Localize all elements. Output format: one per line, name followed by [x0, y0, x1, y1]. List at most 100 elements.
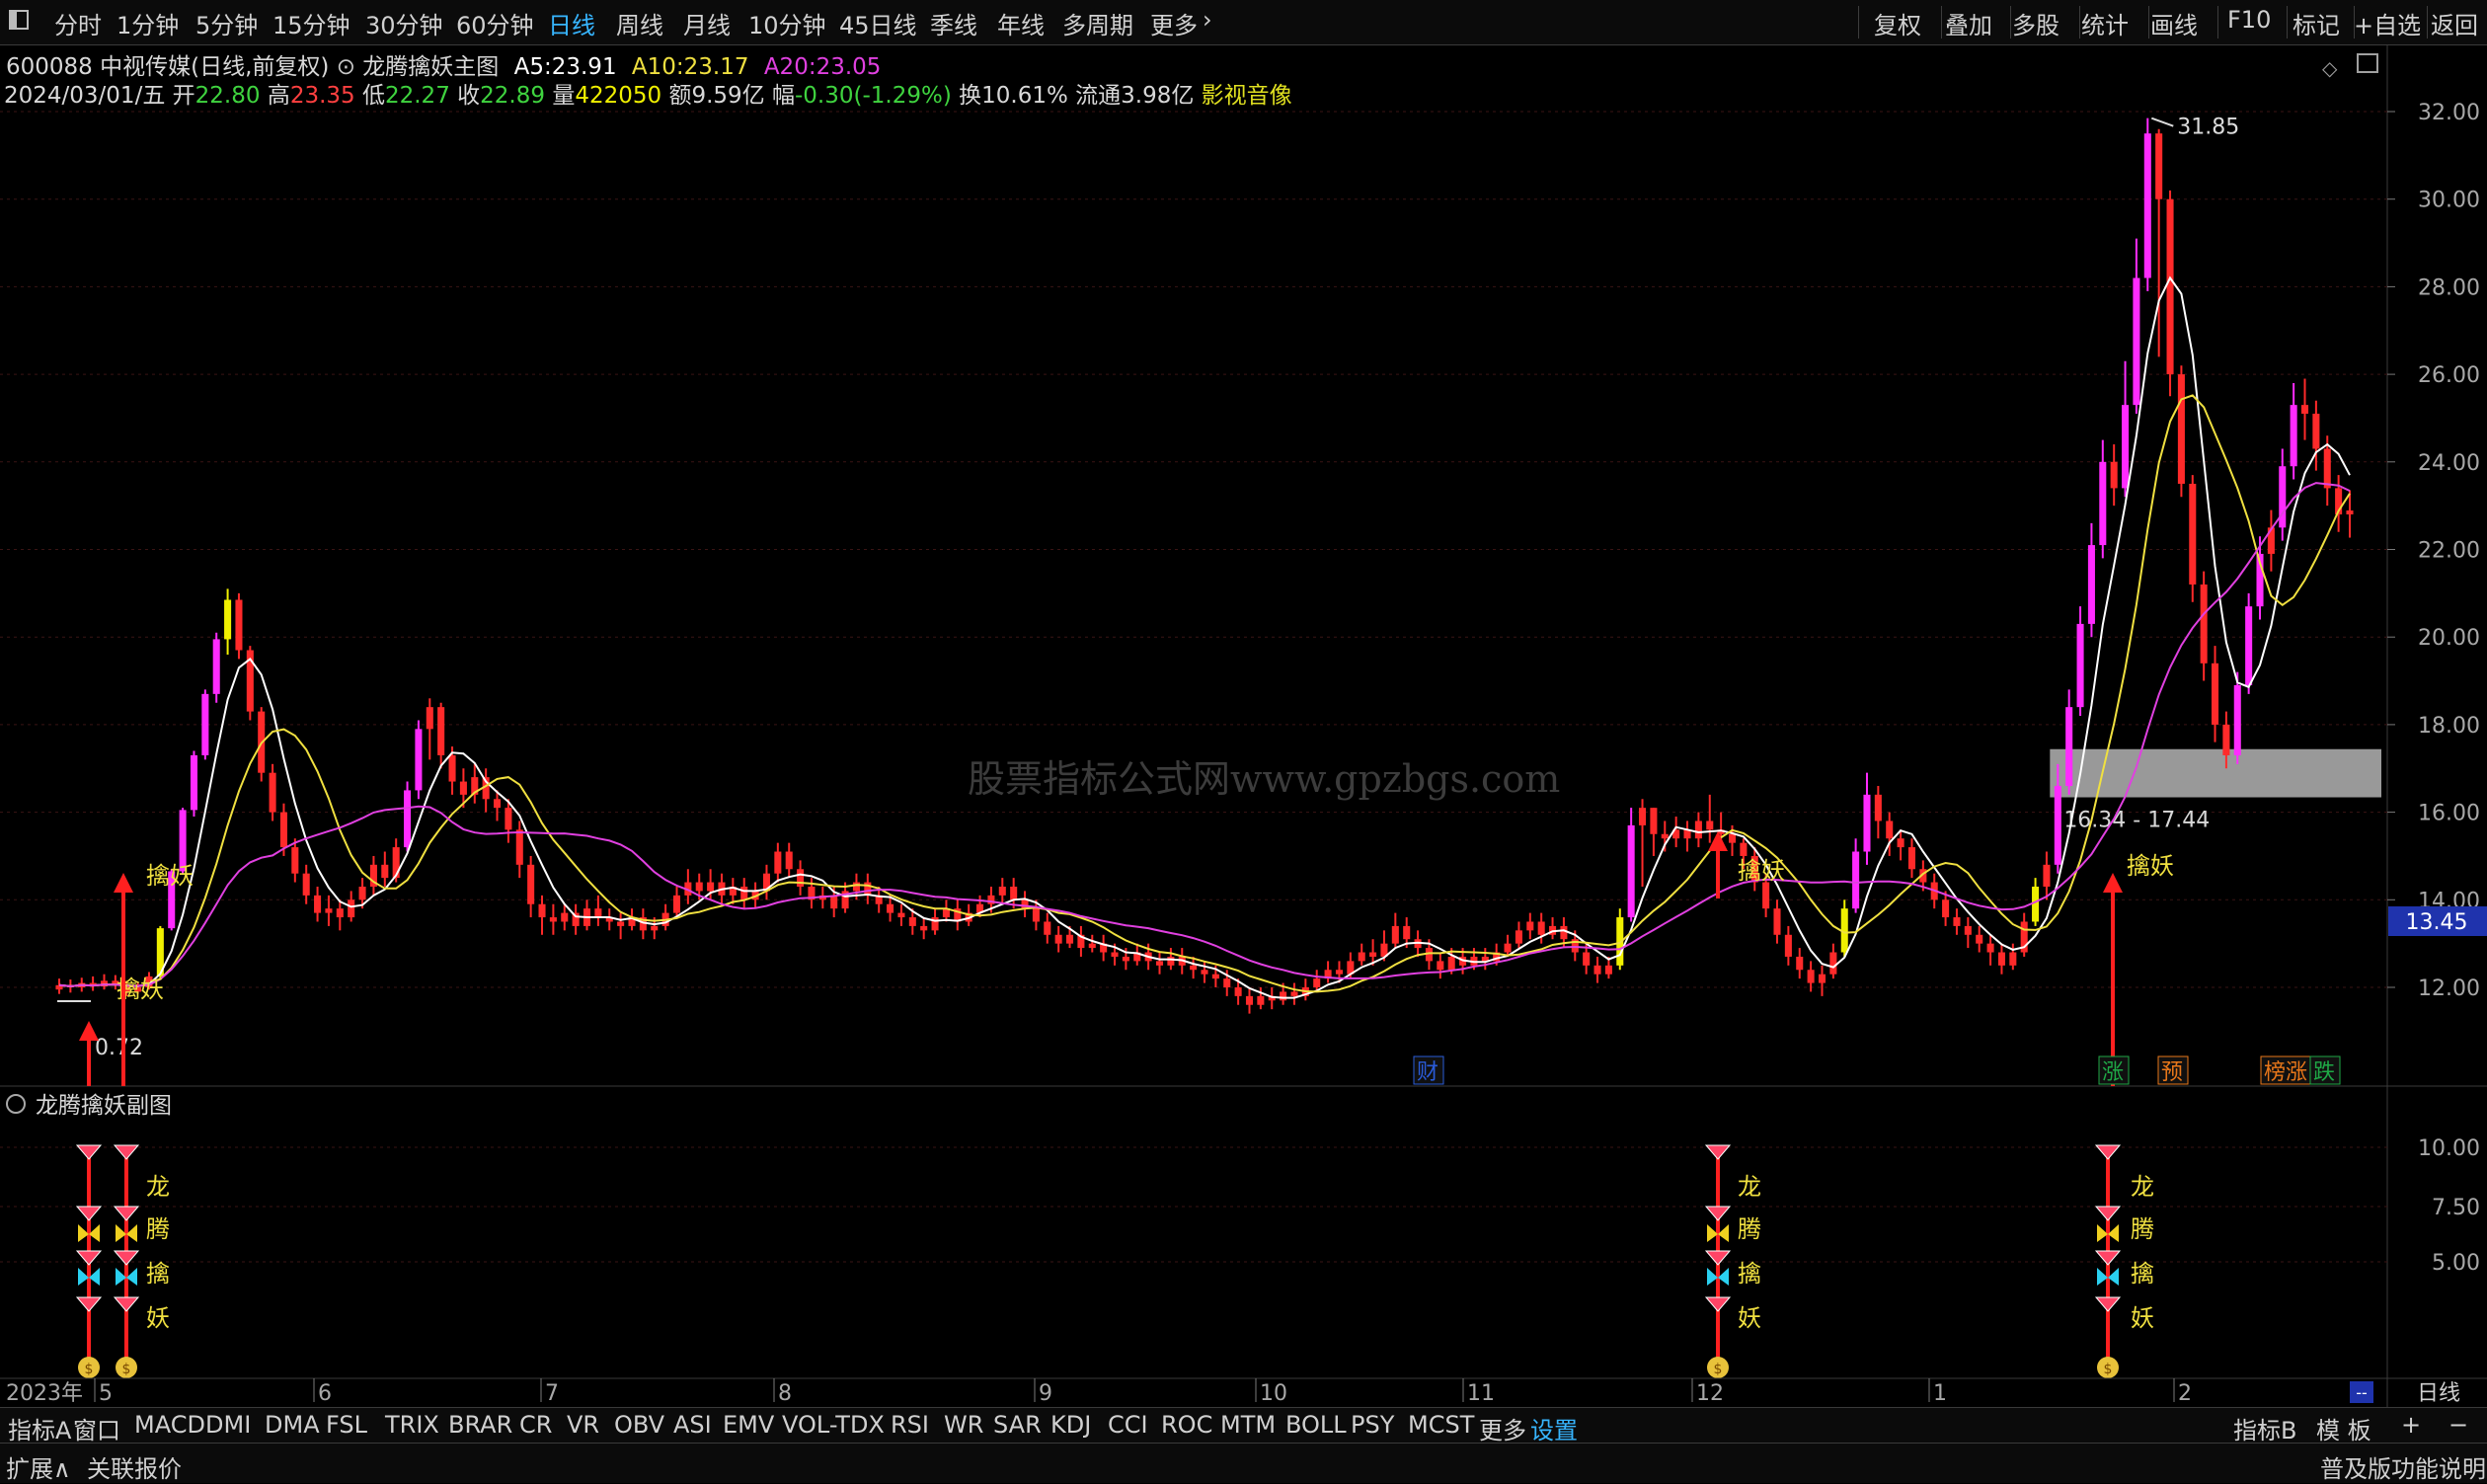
y-tick-label: 20.00 [2418, 626, 2480, 651]
candle-body [1167, 956, 1175, 966]
candle-body [336, 908, 344, 918]
chevron-right-icon[interactable]: › [1203, 6, 1212, 34]
x-month-label: 8 [778, 1381, 792, 1406]
indicator-right-button[interactable]: 指标B [2233, 1411, 2296, 1445]
period-tab-60min[interactable]: 60分钟 [456, 6, 534, 40]
period-tab-fenshi[interactable]: 分时 [54, 6, 102, 40]
indicator-tab[interactable]: DMA [265, 1411, 320, 1439]
period-tab-5min[interactable]: 5分钟 [195, 6, 258, 40]
period-tab-weekly[interactable]: 周线 [616, 6, 663, 40]
candle-body [2245, 606, 2253, 685]
period-tab-season[interactable]: 季线 [930, 6, 977, 40]
gem-icon [2094, 1144, 2122, 1160]
indicator-tab[interactable]: OBV [614, 1411, 664, 1439]
indicator-tab[interactable]: VOL-TDX [782, 1411, 885, 1439]
indicator-tab[interactable]: PSY [1351, 1411, 1394, 1439]
add-watchlist-button[interactable]: +自选 [2354, 6, 2421, 40]
indicator-tab[interactable]: MCST [1408, 1411, 1474, 1439]
signal-arrow-head [2103, 873, 2123, 893]
candle-body [998, 886, 1006, 896]
subchart-signal-label: 擒 [146, 1260, 170, 1288]
panel-toggle-icon [2357, 53, 2378, 73]
indicator-tab[interactable]: FSL [326, 1411, 367, 1439]
mark-button[interactable]: 标记 [2293, 6, 2340, 40]
f10-button[interactable]: F10 [2227, 6, 2271, 34]
help-link[interactable]: 普及版功能说明 [2320, 1449, 2486, 1484]
indicator-tab[interactable]: DMI [205, 1411, 251, 1439]
candle-body [2133, 277, 2140, 406]
period-indicator: 日线 [2417, 1381, 2460, 1406]
indicator-right-button[interactable]: − [2448, 1411, 2468, 1439]
candle-body [426, 707, 433, 730]
x-month-label: 10 [1260, 1381, 1287, 1406]
indicator-tab[interactable]: 指标A [8, 1411, 71, 1445]
candle-body [1874, 794, 1882, 821]
indicator-tab[interactable]: KDJ [1050, 1411, 1091, 1439]
overlay-button[interactable]: 叠加 [1945, 6, 1992, 40]
current-price-label: 13.45 [2406, 910, 2468, 935]
period-tab-daily[interactable]: 日线 [548, 6, 595, 40]
indicator-tab[interactable]: ROC [1161, 1411, 1212, 1439]
draw-line-button[interactable]: 画线 [2150, 6, 2198, 40]
indicator-tab[interactable]: 窗口 [73, 1411, 120, 1445]
zone-label: 16.34 - 17.44 [2063, 809, 2210, 833]
indicator-tab[interactable]: TRIX [385, 1411, 439, 1439]
toolbar-menu-icon[interactable] [8, 9, 30, 37]
related-quote-button[interactable]: 关联报价 [87, 1449, 182, 1484]
period-tab-monthly[interactable]: 月线 [683, 6, 731, 40]
money-bag-symbol: $ [2104, 1362, 2113, 1377]
indicator-tab[interactable]: RSI [891, 1411, 929, 1439]
event-marker-label: 榜涨 [2264, 1060, 2307, 1085]
candle-body [740, 886, 748, 900]
back-button[interactable]: 返回 [2431, 6, 2478, 40]
low-label: 0.72 [95, 1036, 143, 1060]
candle-body [2099, 461, 2107, 546]
expand-button[interactable]: 扩展∧ [6, 1449, 71, 1484]
period-tab-1min[interactable]: 1分钟 [117, 6, 179, 40]
subchart-signal-label: 妖 [2131, 1304, 2154, 1332]
candle-body [505, 808, 512, 830]
ma10-line [58, 394, 2351, 993]
period-toolbar: 分时 1分钟 5分钟 15分钟 30分钟 60分钟 日线 周线 月线 10分钟 … [0, 0, 2487, 45]
period-tab-multi[interactable]: 多周期 [1062, 6, 1133, 40]
indicator-tab[interactable]: CR [519, 1411, 552, 1439]
candle-body [1358, 952, 1365, 962]
candle-body [1728, 833, 1737, 843]
indicator-tab[interactable]: 设置 [1530, 1411, 1578, 1445]
indicator-tab[interactable]: BRAR [448, 1411, 512, 1439]
fuquan-button[interactable]: 复权 [1874, 6, 1921, 40]
candle-body [1403, 925, 1411, 940]
indicator-tab[interactable]: VR [567, 1411, 599, 1439]
indicator-right-button[interactable]: 模 板 [2316, 1411, 2371, 1445]
multi-stock-button[interactable]: 多股 [2012, 6, 2060, 40]
candle-body [2177, 374, 2185, 484]
candlestick-chart[interactable]: 12.0014.0016.0018.0020.0022.0024.0026.00… [0, 44, 2487, 1407]
event-marker-label: 跌 [2313, 1060, 2335, 1085]
period-tab-30min[interactable]: 30分钟 [365, 6, 443, 40]
indicator-tab[interactable]: MTM [1220, 1411, 1276, 1439]
indicator-tab[interactable]: BOLL [1285, 1411, 1347, 1439]
period-tab-15min[interactable]: 15分钟 [272, 6, 350, 40]
candle-body [2054, 785, 2061, 865]
indicator-right-button[interactable]: + [2401, 1411, 2421, 1439]
indicator-tab[interactable]: EMV [723, 1411, 774, 1439]
subchart-signal-label: 擒 [1738, 1260, 1761, 1288]
candle-body [1280, 991, 1287, 1001]
indicator-tab[interactable]: 更多 [1479, 1411, 1526, 1445]
candle-body [459, 781, 467, 795]
indicator-tab[interactable]: CCI [1108, 1411, 1148, 1439]
status-bar: 扩展∧ 关联报价 普及版功能说明 [0, 1443, 2487, 1483]
candle-body [2110, 461, 2118, 489]
indicator-tab[interactable]: ASI [673, 1411, 712, 1439]
period-tab-45day[interactable]: 45日线 [839, 6, 917, 40]
indicator-tab[interactable]: SAR [993, 1411, 1042, 1439]
period-tab-more[interactable]: 更多 [1150, 6, 1198, 40]
period-tab-10min[interactable]: 10分钟 [748, 6, 826, 40]
indicator-tab[interactable]: WR [944, 1411, 983, 1439]
indicator-tab[interactable]: MACD [134, 1411, 205, 1439]
gem-icon [113, 1250, 140, 1266]
statistics-button[interactable]: 统计 [2081, 6, 2129, 40]
period-tab-year[interactable]: 年线 [997, 6, 1045, 40]
candle-body [1762, 882, 1770, 909]
x-month-label: 11 [1467, 1381, 1495, 1406]
